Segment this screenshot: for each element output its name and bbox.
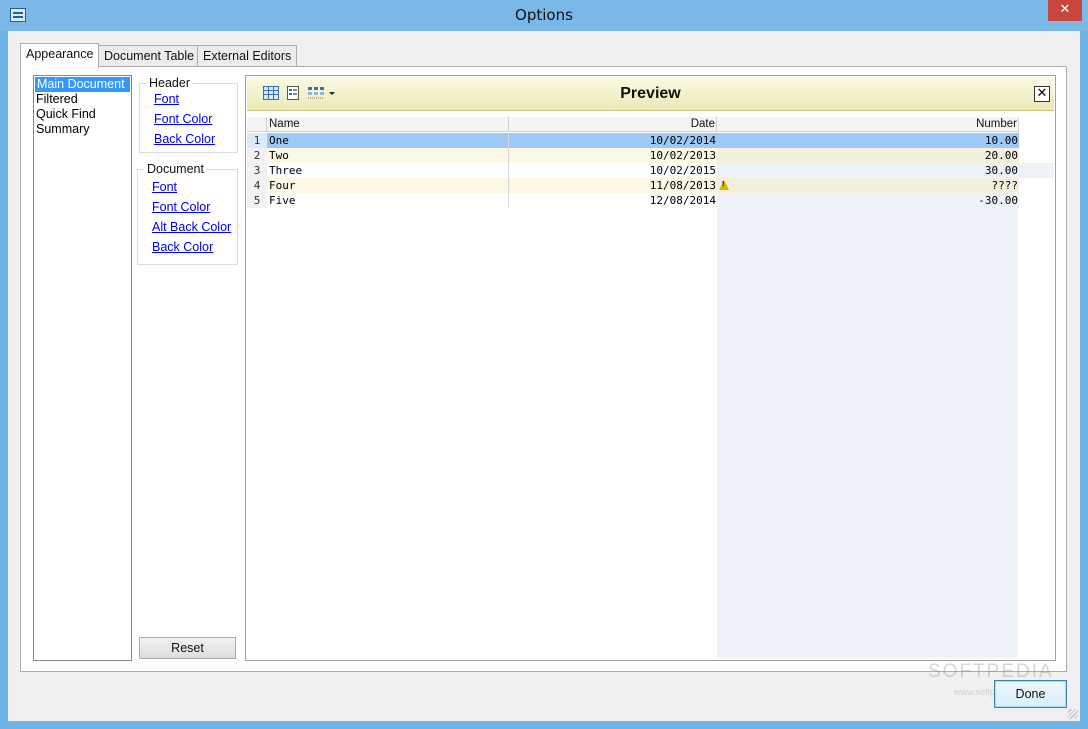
category-list[interactable]: Main Document Filtered Quick Find Summar… xyxy=(33,75,132,661)
tab-document-table[interactable]: Document Table xyxy=(98,45,201,67)
row-index: 3 xyxy=(247,163,267,178)
cell-date[interactable]: 10/02/2014 xyxy=(509,133,717,148)
document-font-color-link[interactable]: Font Color xyxy=(152,200,210,214)
table-row[interactable]: 1 One 10/02/2014 10.00 xyxy=(247,133,1019,148)
done-button[interactable]: Done xyxy=(994,680,1067,708)
cell-number[interactable]: 20.00 xyxy=(717,148,1019,163)
document-back-color-link[interactable]: Back Color xyxy=(152,240,213,254)
header-group: Header Font Font Color Back Color xyxy=(139,76,238,153)
row-index: 5 xyxy=(247,193,267,208)
column-header-number[interactable]: Number xyxy=(717,117,1019,132)
reset-button[interactable]: Reset xyxy=(139,637,236,659)
table-row[interactable]: 2 Two 10/02/2013 20.00 xyxy=(247,148,1019,163)
row-index: 4 xyxy=(247,178,267,193)
dialog-body: Appearance Document Table External Edito… xyxy=(8,31,1080,721)
cell-number[interactable]: -30.00 xyxy=(717,193,1019,208)
preview-close-button[interactable]: ✕ xyxy=(1034,86,1050,102)
tab-appearance[interactable]: Appearance xyxy=(20,43,100,68)
row-highlight-extension xyxy=(1019,163,1054,178)
document-group: Document Font Font Color Alt Back Color … xyxy=(137,162,238,265)
cell-number[interactable]: 10.00 xyxy=(717,133,1019,148)
window-close-button[interactable]: ✕ xyxy=(1048,0,1082,21)
preview-grid[interactable]: Name Date Number 1 One 10/02/2014 10.00 … xyxy=(247,117,1054,658)
tab-external-editors[interactable]: External Editors xyxy=(197,45,298,67)
header-font-color-link[interactable]: Font Color xyxy=(154,112,212,126)
table-row[interactable]: 5 Five 12/08/2014 -30.00 xyxy=(247,193,1019,208)
appearance-panel: Main Document Filtered Quick Find Summar… xyxy=(20,66,1067,672)
column-header-date[interactable]: Date xyxy=(509,117,717,132)
cell-date[interactable]: 10/02/2013 xyxy=(509,148,717,163)
cell-number[interactable]: ???? xyxy=(717,178,1019,193)
cell-date[interactable]: 11/08/2013 xyxy=(509,178,717,193)
row-index: 1 xyxy=(247,133,267,148)
table-row[interactable]: 3 Three 10/02/2015 30.00 xyxy=(247,163,1019,178)
header-back-color-link[interactable]: Back Color xyxy=(154,132,215,146)
preview-pane: Preview ✕ Name Date Number 1 One 10/02/2… xyxy=(245,75,1056,661)
cell-name[interactable]: Two xyxy=(267,148,509,163)
grid-corner xyxy=(247,117,267,132)
header-font-link[interactable]: Font xyxy=(154,92,179,106)
category-item-main-document[interactable]: Main Document xyxy=(35,77,130,92)
cell-name[interactable]: One xyxy=(267,133,509,148)
warning-icon xyxy=(719,180,729,190)
category-item-quick-find[interactable]: Quick Find xyxy=(34,107,131,122)
header-group-title: Header xyxy=(146,76,193,90)
cell-name[interactable]: Four xyxy=(267,178,509,193)
cell-date[interactable]: 10/02/2015 xyxy=(509,163,717,178)
window-title: Options xyxy=(515,6,573,24)
cell-name[interactable]: Five xyxy=(267,193,509,208)
table-row[interactable]: 4 Four 11/08/2013 ???? xyxy=(247,178,1019,193)
column-header-name[interactable]: Name xyxy=(267,117,509,132)
document-font-link[interactable]: Font xyxy=(152,180,177,194)
preview-header: Preview ✕ xyxy=(247,77,1054,111)
category-item-filtered[interactable]: Filtered xyxy=(34,92,131,107)
cell-name[interactable]: Three xyxy=(267,163,509,178)
cell-number[interactable]: 30.00 xyxy=(717,163,1019,178)
grid-header-row: Name Date Number xyxy=(247,117,1019,132)
cell-date[interactable]: 12/08/2014 xyxy=(509,193,717,208)
preview-title: Preview xyxy=(620,85,681,102)
document-group-title: Document xyxy=(144,162,207,176)
category-item-summary[interactable]: Summary xyxy=(34,122,131,137)
number-column-shading xyxy=(717,133,1018,658)
document-alt-back-color-link[interactable]: Alt Back Color xyxy=(152,220,231,234)
row-index: 2 xyxy=(247,148,267,163)
title-bar: Options ✕ xyxy=(0,0,1088,31)
resize-grip[interactable] xyxy=(1068,709,1078,719)
